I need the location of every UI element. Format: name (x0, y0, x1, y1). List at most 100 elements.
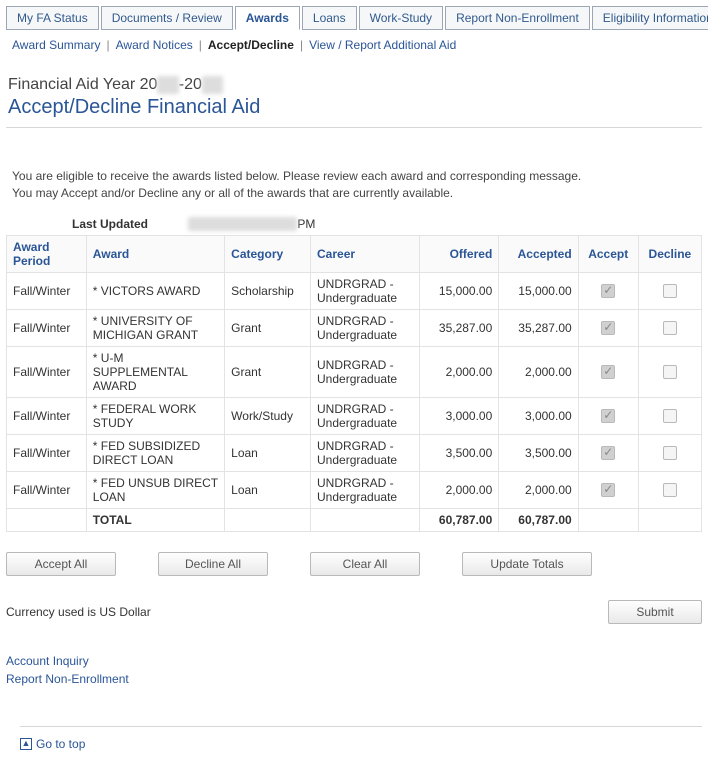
cell-decline (638, 397, 701, 434)
intro-line-1: You are eligible to receive the awards l… (12, 168, 696, 185)
decline-checkbox[interactable] (663, 483, 677, 497)
table-row: Fall/Winter* FED SUBSIDIZED DIRECT LOANL… (7, 434, 702, 471)
aid-year-mid: -20 (179, 76, 202, 93)
cell-accepted: 2,000.00 (499, 346, 578, 397)
last-updated-value: XX/XX/XXXX XX:XXPM (188, 217, 315, 231)
col-award: Award (86, 235, 224, 272)
cell-offered: 2,000.00 (419, 346, 498, 397)
redacted-year-1: XX (157, 76, 178, 94)
table-header-row: Award Period Award Category Career Offer… (7, 235, 702, 272)
col-period: Award Period (7, 235, 87, 272)
cell-accept (578, 272, 638, 309)
cell-award: * U-M SUPPLEMENTAL AWARD (86, 346, 224, 397)
accept-checkbox[interactable] (601, 321, 615, 335)
subnav-accept-decline: Accept/Decline (208, 38, 294, 52)
cell-career: UNDRGRAD - Undergraduate (311, 309, 420, 346)
accept-checkbox[interactable] (601, 483, 615, 497)
subnav-award-summary[interactable]: Award Summary (12, 38, 100, 52)
tab-documents-review[interactable]: Documents / Review (101, 6, 233, 30)
cell-period: Fall/Winter (7, 397, 87, 434)
cell-offered: 35,287.00 (419, 309, 498, 346)
cell-period: Fall/Winter (7, 309, 87, 346)
cell-decline (638, 309, 701, 346)
redacted-timestamp: XX/XX/XXXX XX:XX (188, 217, 297, 231)
arrow-up-icon: ▲ (20, 738, 32, 750)
aid-year-prefix: Financial Aid Year 20 (8, 76, 157, 93)
cell-offered: 15,000.00 (419, 272, 498, 309)
cell-accept (578, 346, 638, 397)
report-non-enrollment-link[interactable]: Report Non-Enrollment (6, 672, 702, 686)
cell-award: * VICTORS AWARD (86, 272, 224, 309)
col-decline: Decline (638, 235, 701, 272)
cell-category: Grant (225, 309, 311, 346)
tab-work-study[interactable]: Work-Study (359, 6, 443, 30)
awards-table: Award Period Award Category Career Offer… (6, 235, 702, 532)
col-offered: Offered (419, 235, 498, 272)
cell-period: Fall/Winter (7, 272, 87, 309)
go-to-top-label: Go to top (36, 737, 85, 751)
accept-checkbox[interactable] (601, 409, 615, 423)
tab-awards[interactable]: Awards (235, 6, 300, 30)
total-offered: 60,787.00 (419, 508, 498, 531)
cell-award: * FED SUBSIDIZED DIRECT LOAN (86, 434, 224, 471)
accept-all-button[interactable]: Accept All (6, 552, 116, 576)
tab-loans[interactable]: Loans (302, 6, 357, 30)
cell-career: UNDRGRAD - Undergraduate (311, 346, 420, 397)
tab-my-fa-status[interactable]: My FA Status (6, 6, 99, 30)
table-row: Fall/Winter* U-M SUPPLEMENTAL AWARDGrant… (7, 346, 702, 397)
cell-career: UNDRGRAD - Undergraduate (311, 471, 420, 508)
cell-career: UNDRGRAD - Undergraduate (311, 397, 420, 434)
cell-accept (578, 434, 638, 471)
cell-career: UNDRGRAD - Undergraduate (311, 434, 420, 471)
table-row: Fall/Winter* UNIVERSITY OF MICHIGAN GRAN… (7, 309, 702, 346)
decline-checkbox[interactable] (663, 446, 677, 460)
cell-period: Fall/Winter (7, 346, 87, 397)
col-career: Career (311, 235, 420, 272)
divider (6, 127, 702, 128)
page-title: Accept/Decline Financial Aid (8, 96, 702, 119)
decline-checkbox[interactable] (663, 409, 677, 423)
clear-all-button[interactable]: Clear All (310, 552, 420, 576)
total-accepted: 60,787.00 (499, 508, 578, 531)
accept-checkbox[interactable] (601, 284, 615, 298)
decline-checkbox[interactable] (663, 284, 677, 298)
decline-checkbox[interactable] (663, 365, 677, 379)
col-accepted: Accepted (499, 235, 578, 272)
submit-button[interactable]: Submit (608, 600, 702, 624)
cell-period: Fall/Winter (7, 471, 87, 508)
redacted-year-2: XX (202, 76, 223, 94)
cell-decline (638, 434, 701, 471)
cell-accept (578, 471, 638, 508)
subnav-separator: | (294, 38, 309, 52)
tab-report-non-enrollment[interactable]: Report Non-Enrollment (445, 6, 590, 30)
subnav-award-notices[interactable]: Award Notices (116, 38, 193, 52)
decline-all-button[interactable]: Decline All (158, 552, 268, 576)
cell-career: UNDRGRAD - Undergraduate (311, 272, 420, 309)
cell-accepted: 3,000.00 (499, 397, 578, 434)
accept-checkbox[interactable] (601, 446, 615, 460)
go-to-top-link[interactable]: ▲ Go to top (20, 726, 702, 751)
cell-accepted: 35,287.00 (499, 309, 578, 346)
table-row: Fall/Winter* FEDERAL WORK STUDYWork/Stud… (7, 397, 702, 434)
account-inquiry-link[interactable]: Account Inquiry (6, 654, 702, 668)
currency-text: Currency used is US Dollar (6, 605, 151, 619)
cell-award: * UNIVERSITY OF MICHIGAN GRANT (86, 309, 224, 346)
decline-checkbox[interactable] (663, 321, 677, 335)
col-accept: Accept (578, 235, 638, 272)
cell-decline (638, 346, 701, 397)
cell-accepted: 3,500.00 (499, 434, 578, 471)
cell-accept (578, 397, 638, 434)
subnav-view-report-additional-aid[interactable]: View / Report Additional Aid (309, 38, 456, 52)
tab-eligibility-information[interactable]: Eligibility Information (592, 6, 708, 30)
update-totals-button[interactable]: Update Totals (462, 552, 592, 576)
accept-checkbox[interactable] (601, 365, 615, 379)
last-updated-suffix: PM (297, 217, 315, 231)
table-row: Fall/Winter* FED UNSUB DIRECT LOANLoanUN… (7, 471, 702, 508)
col-category: Category (225, 235, 311, 272)
aid-year-line: Financial Aid Year 20XX-20XX (8, 76, 702, 94)
subnav-separator: | (193, 38, 208, 52)
bottom-links: Account Inquiry Report Non-Enrollment (6, 654, 702, 686)
last-updated-label: Last Updated (72, 217, 148, 231)
table-total-row: TOTAL60,787.0060,787.00 (7, 508, 702, 531)
cell-category: Work/Study (225, 397, 311, 434)
